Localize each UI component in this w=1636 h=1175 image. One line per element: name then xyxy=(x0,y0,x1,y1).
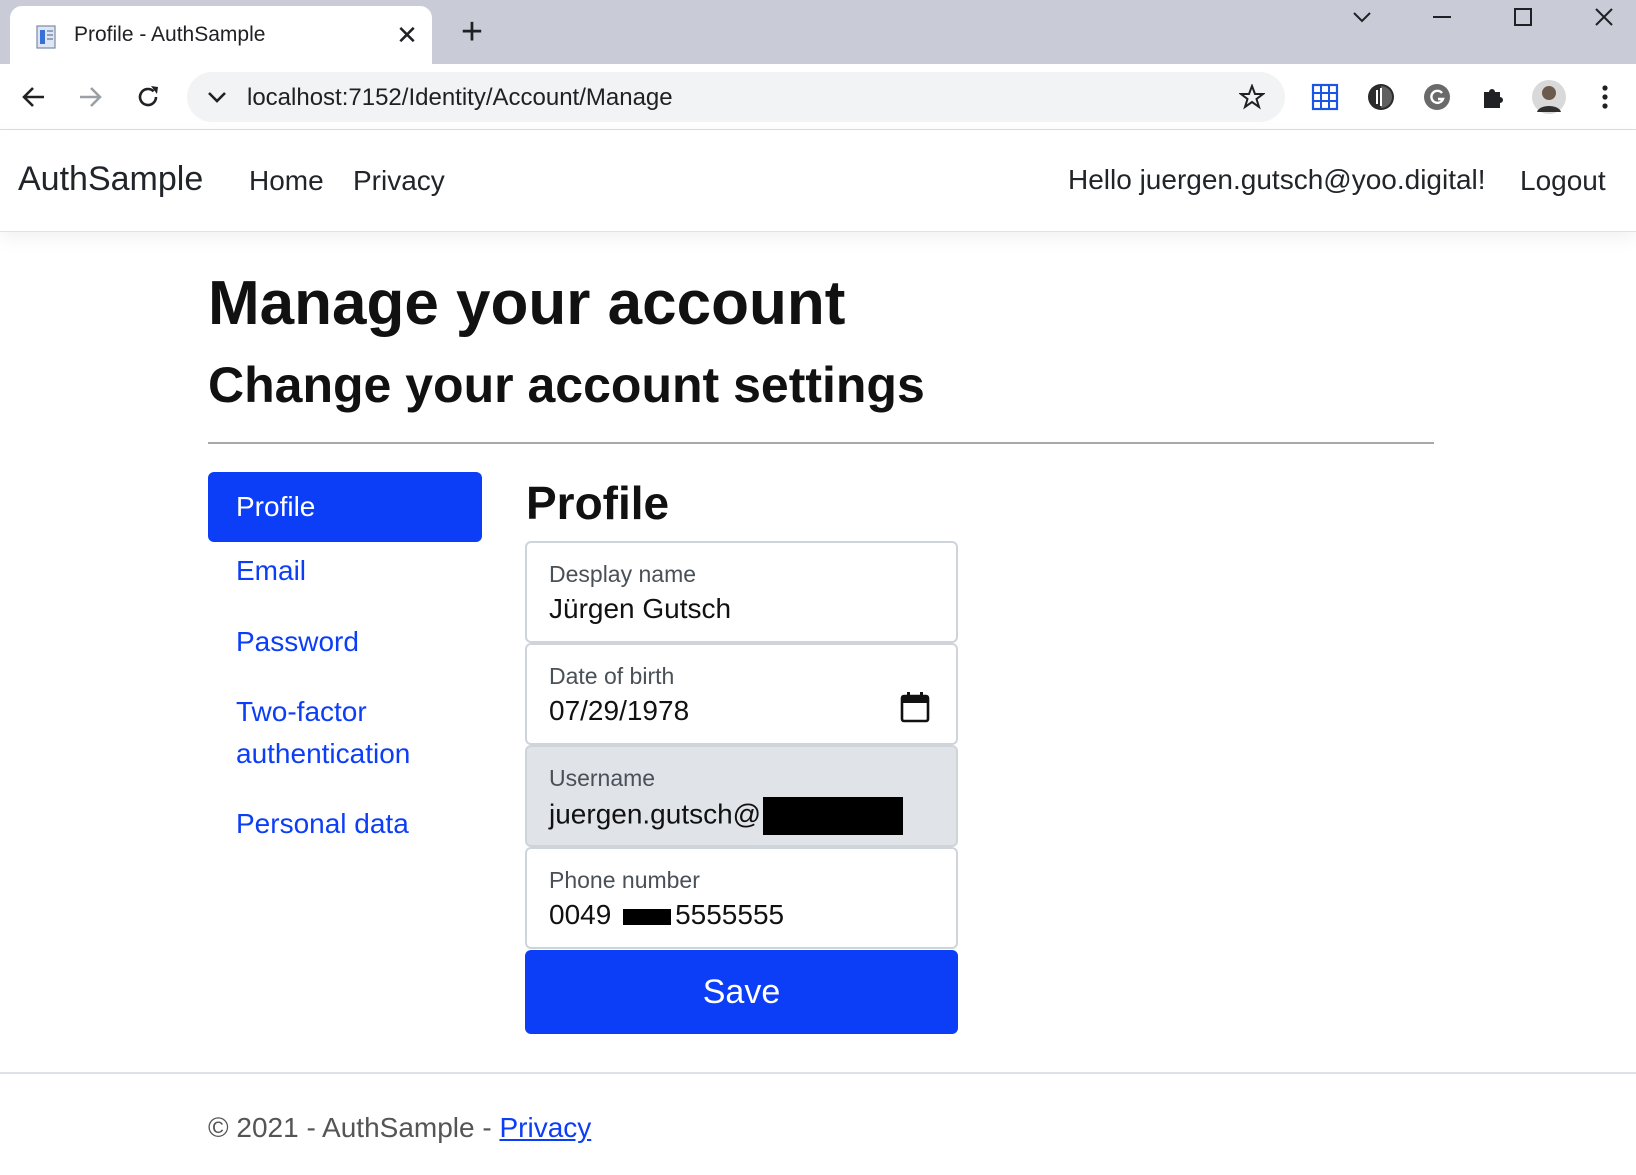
side-nav-two-factor[interactable]: Two-factor authentication xyxy=(208,691,428,775)
browser-tabstrip: Profile - AuthSample ✕ + xyxy=(0,0,1636,64)
display-name-label: Desplay name xyxy=(549,561,697,587)
site-navbar: AuthSample Home Privacy Hello juergen.gu… xyxy=(0,130,1636,232)
page-subtitle: Change your account settings xyxy=(208,357,925,413)
phone-number-label: Phone number xyxy=(549,867,700,893)
side-nav-personal-data[interactable]: Personal data xyxy=(208,803,482,845)
browser-toolbar: localhost:7152/Identity/Account/Manage xyxy=(0,64,1636,130)
extensions-puzzle-icon[interactable] xyxy=(1476,80,1510,114)
phone-number-prefix: 0049 xyxy=(549,899,612,930)
logout-button[interactable]: Logout xyxy=(1520,165,1606,197)
side-nav-password[interactable]: Password xyxy=(208,621,482,663)
page-title: Manage your account xyxy=(208,269,846,338)
username-label: Username xyxy=(549,765,656,791)
reload-icon[interactable] xyxy=(128,77,168,117)
grammarly-extension-icon[interactable] xyxy=(1420,80,1454,114)
username-value-wrap: juergen.gutsch@ xyxy=(549,797,904,835)
site-info-chevron-icon[interactable] xyxy=(205,85,229,109)
page-favicon-icon xyxy=(36,25,56,49)
brand-link[interactable]: AuthSample xyxy=(18,160,203,199)
maximize-window-icon[interactable] xyxy=(1493,0,1553,34)
browser-menu-icon[interactable] xyxy=(1588,80,1622,114)
user-greeting-link[interactable]: Hello juergen.gutsch@yoo.digital! xyxy=(1068,164,1486,196)
tab-search-chevron-icon[interactable] xyxy=(1332,0,1392,34)
calendar-icon[interactable] xyxy=(900,691,930,723)
display-name-field[interactable]: Desplay name Jürgen Gutsch xyxy=(525,541,958,643)
footer-divider xyxy=(0,1072,1636,1074)
nav-link-privacy[interactable]: Privacy xyxy=(353,165,445,197)
date-of-birth-value[interactable]: 07/29/1978 xyxy=(549,695,689,727)
date-of-birth-label: Date of birth xyxy=(549,663,675,689)
username-redaction xyxy=(763,797,904,835)
minimize-window-icon[interactable] xyxy=(1412,0,1472,34)
tab-close-icon[interactable]: ✕ xyxy=(390,18,424,52)
username-value: juergen.gutsch@ xyxy=(549,798,762,830)
display-name-value[interactable]: Jürgen Gutsch xyxy=(549,593,731,625)
new-tab-button[interactable]: + xyxy=(452,12,492,52)
nav-link-home[interactable]: Home xyxy=(249,165,324,197)
forward-arrow-icon[interactable] xyxy=(70,77,110,117)
footer-privacy-link[interactable]: Privacy xyxy=(499,1112,591,1143)
phone-number-field[interactable]: Phone number 0049 5555555 xyxy=(525,847,958,949)
tab-title: Profile - AuthSample xyxy=(74,23,266,46)
phone-number-value-wrap[interactable]: 0049 5555555 xyxy=(549,899,784,931)
footer-copyright: © 2021 - AuthSample - xyxy=(208,1112,500,1143)
phone-redaction xyxy=(623,908,672,925)
side-nav-profile[interactable]: Profile xyxy=(208,472,482,542)
address-bar[interactable]: localhost:7152/Identity/Account/Manage xyxy=(187,72,1285,122)
page-footer: © 2021 - AuthSample - Privacy xyxy=(208,1112,591,1144)
date-of-birth-field[interactable]: Date of birth 07/29/1978 xyxy=(525,643,958,745)
save-button[interactable]: Save xyxy=(525,950,958,1034)
bookmark-star-icon[interactable] xyxy=(1239,84,1265,110)
browser-tab-active[interactable]: Profile - AuthSample ✕ xyxy=(10,6,432,64)
grid-extension-icon[interactable] xyxy=(1308,80,1342,114)
url-text[interactable]: localhost:7152/Identity/Account/Manage xyxy=(247,84,673,112)
profile-avatar[interactable] xyxy=(1532,80,1566,114)
username-field: Username juergen.gutsch@ xyxy=(525,745,958,847)
header-divider xyxy=(208,442,1434,444)
side-nav-email[interactable]: Email xyxy=(208,550,482,592)
dark-mode-extension-icon[interactable] xyxy=(1364,80,1398,114)
back-arrow-icon[interactable] xyxy=(14,77,54,117)
phone-number-suffix: 5555555 xyxy=(675,899,785,930)
profile-heading: Profile xyxy=(526,477,670,529)
close-window-icon[interactable] xyxy=(1574,0,1634,34)
